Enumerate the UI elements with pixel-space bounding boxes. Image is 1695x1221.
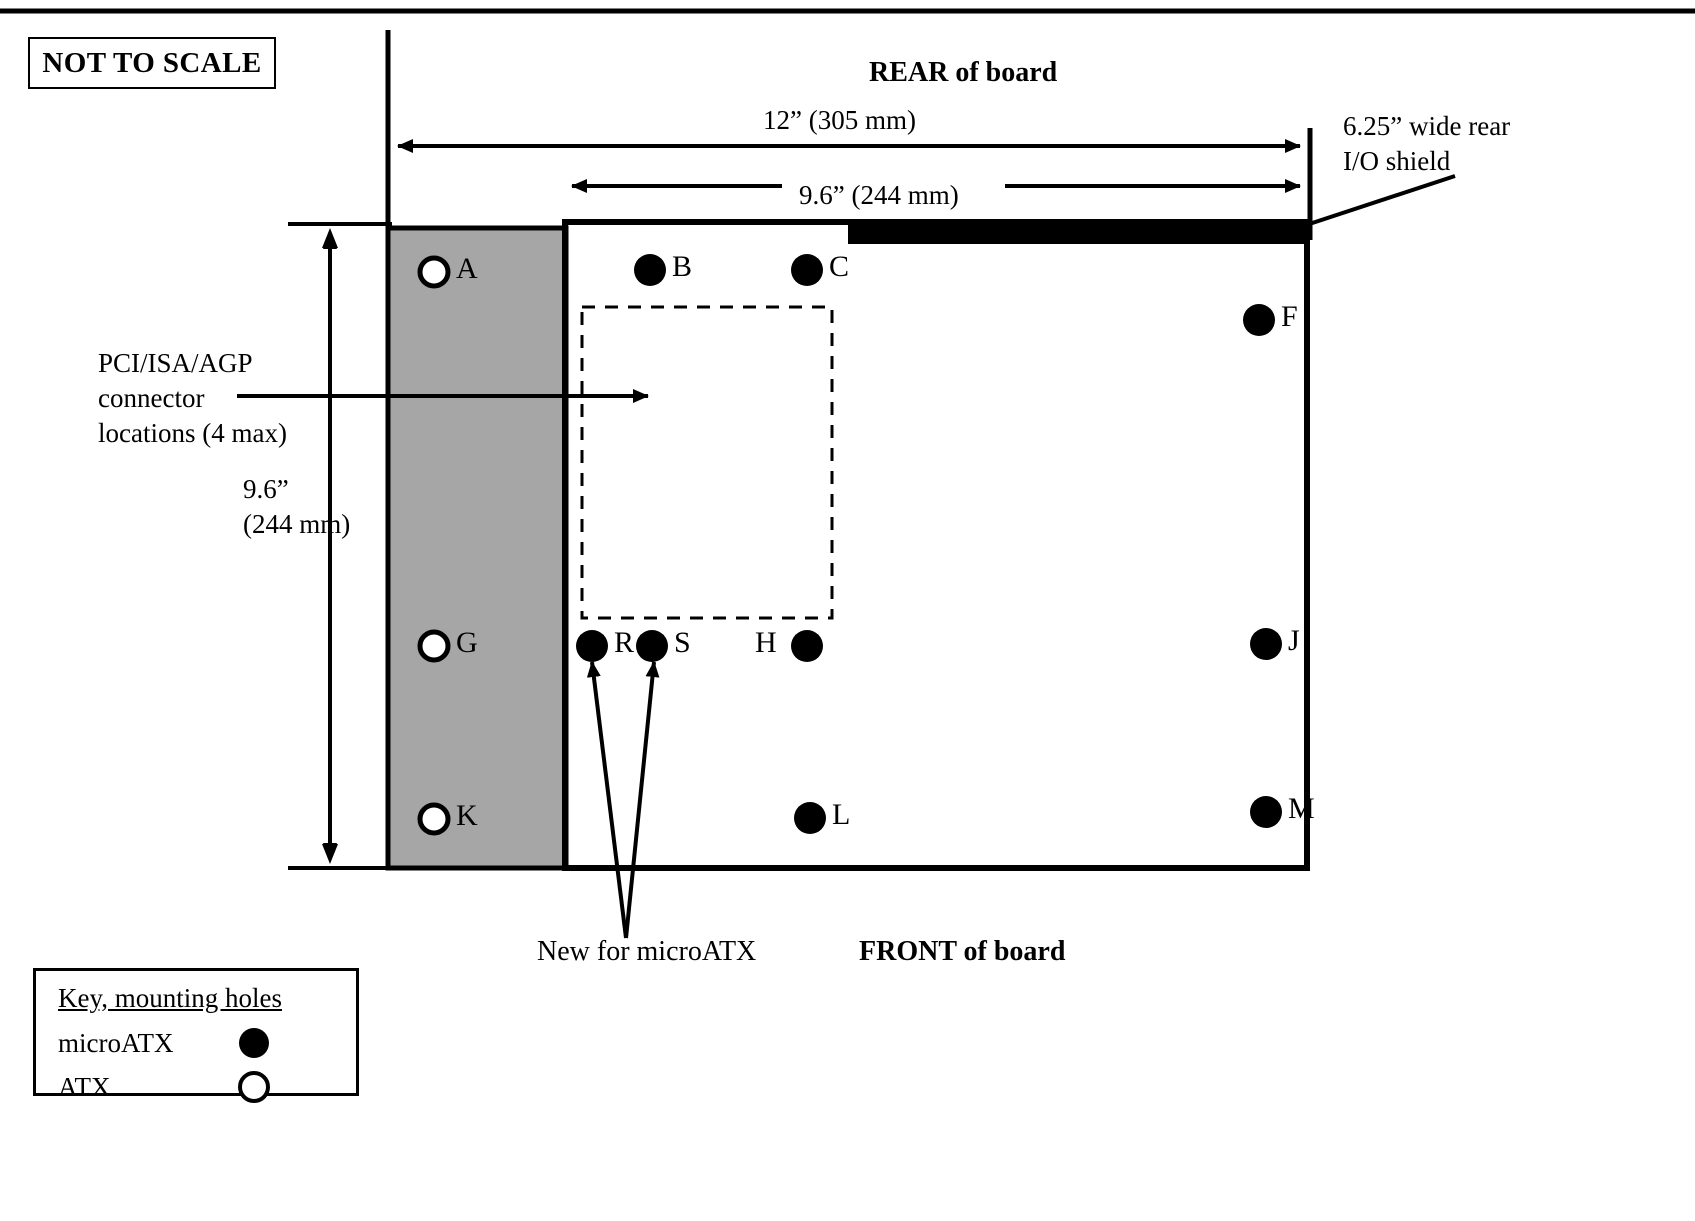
mounting-hole-label-M: M bbox=[1288, 792, 1315, 825]
dimension-label-12in: 12” (305 mm) bbox=[763, 105, 916, 135]
io-shield-note-line1: 6.25” wide rear bbox=[1343, 111, 1511, 141]
dimension-label-96in-width: 9.6” (244 mm) bbox=[799, 180, 959, 210]
legend-row-microatx-label: microATX bbox=[58, 1028, 174, 1058]
mounting-hole-J-microatx bbox=[1250, 628, 1282, 660]
connector-note-line3: locations (4 max) bbox=[98, 418, 287, 448]
motherboard-form-factor-diagram: ABCFGRSHJKLM NOT TO SCALE REAR of board … bbox=[0, 0, 1695, 1221]
front-of-board-label: FRONT of board bbox=[859, 936, 1066, 967]
mounting-hole-label-B: B bbox=[672, 250, 693, 283]
mounting-hole-label-L: L bbox=[832, 798, 851, 831]
legend-box: Key, mounting holes microATX ATX bbox=[33, 968, 359, 1103]
legend-row-microatx-symbol bbox=[239, 1028, 269, 1058]
mounting-hole-R-microatx bbox=[576, 630, 608, 662]
mounting-hole-S-microatx bbox=[636, 630, 668, 662]
dimension-label-96in-height-line2: (244 mm) bbox=[243, 509, 351, 539]
mounting-hole-G-atx bbox=[417, 629, 451, 663]
mounting-hole-label-H: H bbox=[755, 626, 777, 659]
mounting-hole-label-K: K bbox=[456, 799, 478, 832]
not-to-scale-badge: NOT TO SCALE bbox=[28, 37, 276, 89]
mounting-hole-label-F: F bbox=[1281, 300, 1298, 333]
mounting-hole-label-J: J bbox=[1288, 624, 1300, 657]
mounting-hole-label-G: G bbox=[456, 626, 478, 659]
connector-note-line1: PCI/ISA/AGP bbox=[98, 348, 253, 378]
mounting-hole-label-R: R bbox=[614, 626, 635, 659]
mounting-hole-L-microatx bbox=[794, 802, 826, 834]
mounting-hole-B-microatx bbox=[634, 254, 666, 286]
dimension-label-96in-height-line1: 9.6” bbox=[243, 474, 289, 504]
rear-of-board-label: REAR of board bbox=[869, 57, 1058, 88]
not-to-scale-label: NOT TO SCALE bbox=[42, 46, 262, 79]
mounting-hole-H-microatx bbox=[791, 630, 823, 662]
mounting-hole-M-microatx bbox=[1250, 796, 1282, 828]
mounting-hole-F-microatx bbox=[1243, 304, 1275, 336]
connector-note-line2: connector bbox=[98, 383, 205, 413]
mounting-hole-label-A: A bbox=[456, 252, 478, 285]
legend-row-atx-symbol bbox=[238, 1071, 270, 1103]
mounting-hole-A-atx bbox=[417, 255, 451, 289]
legend-title: Key, mounting holes bbox=[58, 983, 282, 1013]
mounting-hole-label-C: C bbox=[829, 250, 850, 283]
mounting-hole-C-microatx bbox=[791, 254, 823, 286]
legend-row-atx-label: ATX bbox=[58, 1072, 111, 1102]
mounting-hole-K-atx bbox=[417, 802, 451, 836]
filled-circle-icon bbox=[239, 1028, 269, 1058]
io-shield-note-line2: I/O shield bbox=[1343, 146, 1451, 176]
new-for-microatx-label: New for microATX bbox=[537, 936, 757, 967]
hollow-circle-icon bbox=[238, 1071, 270, 1103]
mounting-hole-label-S: S bbox=[674, 626, 691, 659]
